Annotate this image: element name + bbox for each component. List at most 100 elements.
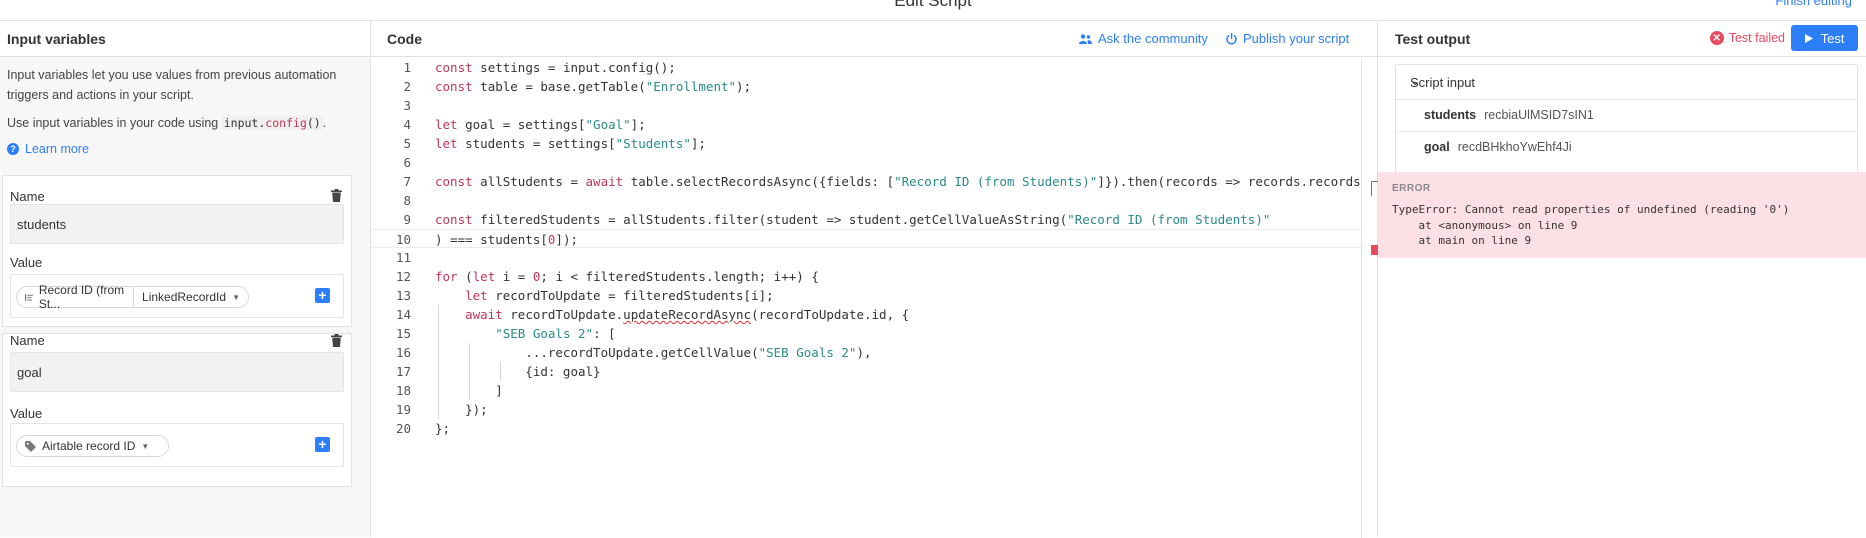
variable-value-select: Airtable record ID ▼ + <box>10 423 344 467</box>
lookup-field-icon <box>25 293 33 301</box>
error-circle-icon: ✕ <box>1709 31 1724 45</box>
indent-guide <box>469 343 470 400</box>
learn-more-label: Learn more <box>25 142 89 156</box>
editor-scrollbar[interactable] <box>1361 58 1378 538</box>
input-variables-usage: Use input variables in your code using i… <box>7 113 363 133</box>
variable-value-select: Record ID (from St... LinkedRecordId ▼ + <box>10 274 344 318</box>
error-message: TypeError: Cannot read properties of und… <box>1392 203 1790 216</box>
line-number: 1 <box>403 60 411 75</box>
input-variable-card: Name students Value Record ID (from St..… <box>2 175 352 327</box>
line-number: 11 <box>395 250 411 265</box>
ask-community-button[interactable]: Ask the community <box>1079 31 1208 46</box>
test-output-header: Test output ✕ Test failed Test <box>1378 21 1866 57</box>
line-number: 13 <box>395 288 411 303</box>
code-line: const table = base.getTable("Enrollment"… <box>435 79 752 94</box>
value-label: Value <box>10 255 43 270</box>
input-key-label: goal <box>1424 140 1450 154</box>
dialog-title: Edit Script <box>894 0 972 10</box>
usage-code-function: config <box>265 116 307 130</box>
input-variables-title: Input variables <box>7 31 106 47</box>
ask-community-label: Ask the community <box>1098 31 1208 46</box>
line-number: 10 <box>395 232 411 247</box>
code-title: Code <box>387 31 422 47</box>
script-input-row: students recbiaUlMSID7sIN1 <box>1396 100 1857 132</box>
value-label: Value <box>10 406 43 421</box>
code-line: ) === students[0]); <box>435 232 578 247</box>
help-icon: ? <box>7 143 19 155</box>
trash-icon[interactable] <box>331 189 342 202</box>
value-field-segment[interactable]: Record ID (from St... <box>17 283 133 311</box>
input-variables-description: Input variables let you use values from … <box>7 68 337 102</box>
line-number: 6 <box>403 155 411 170</box>
usage-code-parens: () <box>306 116 321 130</box>
input-variables-header: Input variables <box>0 21 370 57</box>
line-number: 16 <box>395 345 411 360</box>
line-number: 17 <box>395 364 411 379</box>
name-label: Name <box>10 333 45 348</box>
test-button-label: Test <box>1820 30 1845 46</box>
code-line: let students = settings["Students"]; <box>435 136 706 151</box>
script-input-toggle[interactable]: Script input ⌄ <box>1396 65 1857 100</box>
code-line: }; <box>435 421 451 436</box>
chevron-down-icon: ⌄ <box>1410 74 1421 88</box>
code-line: const filteredStudents = allStudents.fil… <box>435 212 1271 227</box>
test-output-title: Test output <box>1395 31 1471 47</box>
test-button[interactable]: Test <box>1791 25 1858 51</box>
code-line: let recordToUpdate = filteredStudents[i]… <box>465 288 774 303</box>
variable-name-input[interactable]: goal <box>10 352 344 392</box>
value-type-segment[interactable]: LinkedRecordId ▼ <box>133 287 248 307</box>
top-bar: Edit Script Finish editing <box>0 0 1866 20</box>
test-output-panel: Test output ✕ Test failed Test Script in… <box>1378 20 1866 537</box>
learn-more-link[interactable]: ? Learn more <box>7 139 363 159</box>
usage-code-object: input. <box>223 116 266 130</box>
code-editor[interactable]: 1 const settings = input.config(); 2 const… <box>371 58 1361 438</box>
indent-guide <box>438 305 439 419</box>
value-field-segment[interactable]: Airtable record ID ▼ <box>17 436 157 456</box>
error-output: ERROR TypeError: Cannot read properties … <box>1378 172 1866 258</box>
error-trace-line: at <anonymous> on line 9 <box>1392 218 1578 232</box>
code-line: let goal = settings["Goal"]; <box>435 117 646 132</box>
power-icon <box>1226 32 1237 44</box>
code-panel: Code Ask the community Publish your scri… <box>371 20 1379 538</box>
people-icon <box>1079 33 1092 44</box>
script-input-panel: Script input ⌄ students recbiaUlMSID7sIN1… <box>1395 64 1858 178</box>
input-key: goal recdBHkhoYwEhf4Ji <box>1424 140 1572 154</box>
publish-script-button[interactable]: Publish your script <box>1226 31 1349 46</box>
usage-code: input.config() <box>221 116 323 130</box>
error-message-block: TypeError: Cannot read properties of und… <box>1392 202 1789 249</box>
test-failed-label: Test failed <box>1728 31 1785 45</box>
error-label: ERROR <box>1392 183 1431 194</box>
overview-ruler-mark <box>1371 181 1378 196</box>
indent-guide <box>500 362 501 381</box>
add-value-button[interactable]: + <box>315 437 330 452</box>
name-label: Name <box>10 189 45 204</box>
line-number: 4 <box>403 117 411 132</box>
chevron-down-icon: ▼ <box>141 441 150 451</box>
trash-icon[interactable] <box>331 334 342 347</box>
line-number: 2 <box>403 79 411 94</box>
finish-editing-button[interactable]: Finish editing <box>1775 0 1852 8</box>
input-value: recdBHkhoYwEhf4Ji <box>1457 140 1572 154</box>
variable-name-input[interactable]: students <box>10 204 344 244</box>
value-token[interactable]: Record ID (from St... LinkedRecordId ▼ <box>16 283 249 311</box>
code-line: "SEB Goals 2": [ <box>495 326 616 341</box>
code-line: const settings = input.config(); <box>435 60 676 75</box>
add-value-button[interactable]: + <box>315 288 330 303</box>
line-number: 8 <box>403 193 411 208</box>
input-variables-panel: Input variables Input variables let you … <box>0 20 371 537</box>
input-key: students recbiaUlMSID7sIN1 <box>1424 108 1594 122</box>
code-line: for (let i = 0; i < filteredStudents.len… <box>435 269 819 284</box>
input-key-label: students <box>1424 108 1477 122</box>
play-icon <box>1804 33 1813 43</box>
code-line: }); <box>435 402 488 417</box>
code-line: ...recordToUpdate.getCellValue("SEB Goal… <box>435 345 872 360</box>
line-number: 15 <box>395 326 411 341</box>
input-value: recbiaUlMSID7sIN1 <box>1484 108 1594 122</box>
line-number: 5 <box>403 136 411 151</box>
tag-icon <box>25 440 36 452</box>
chevron-down-icon: ▼ <box>232 292 240 302</box>
value-field-name: Airtable record ID <box>42 439 136 453</box>
value-token[interactable]: Airtable record ID ▼ <box>16 435 169 457</box>
line-number: 19 <box>395 402 411 417</box>
code-line: {id: goal} <box>435 364 601 379</box>
